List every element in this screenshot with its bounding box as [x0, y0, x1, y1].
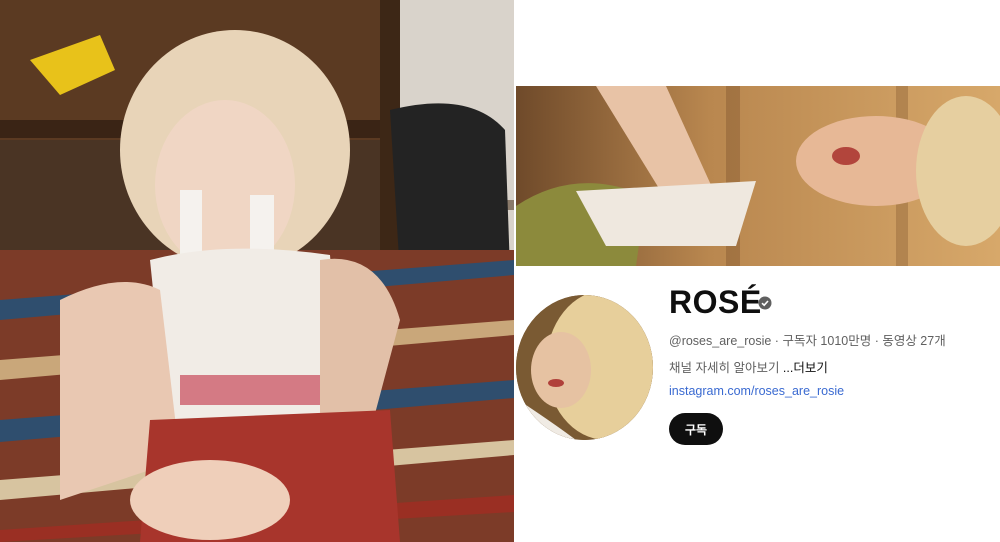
channel-avatar[interactable]: [516, 295, 653, 440]
video-count: 동영상 27개: [882, 334, 946, 348]
channel-description[interactable]: 채널 자세히 알아보기 ...더보기: [669, 357, 828, 376]
external-link[interactable]: instagram.com/roses_are_rosie: [669, 384, 844, 398]
channel-name: ROSÉ: [669, 284, 762, 320]
channel-meta: @roses_are_rosie · 구독자 1010만명 · 동영상 27개: [669, 330, 946, 349]
description-text: 채널 자세히 알아보기: [669, 361, 783, 375]
channel-panel: ROSÉ @roses_are_rosie · 구독자 1010만명 · 동영상…: [514, 0, 1000, 542]
left-photo: [0, 0, 514, 542]
meta-separator: ·: [871, 334, 883, 348]
subscriber-count: 구독자 1010만명: [782, 334, 872, 348]
meta-separator: ·: [771, 334, 783, 348]
channel-handle[interactable]: @roses_are_rosie: [669, 334, 771, 348]
channel-banner: [516, 86, 1000, 266]
verified-badge-icon: [758, 296, 772, 310]
more-link[interactable]: ...더보기: [783, 361, 828, 375]
subscribe-button[interactable]: 구독: [669, 413, 723, 445]
